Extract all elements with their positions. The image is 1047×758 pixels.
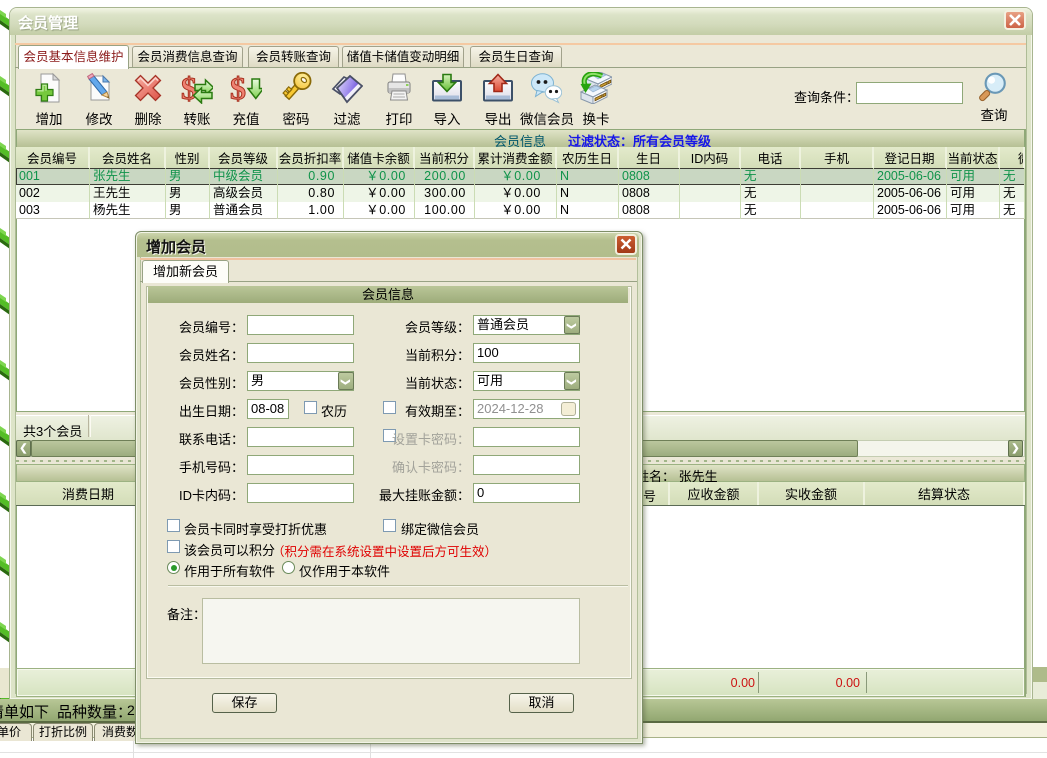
svg-text:$: $ (230, 72, 246, 104)
